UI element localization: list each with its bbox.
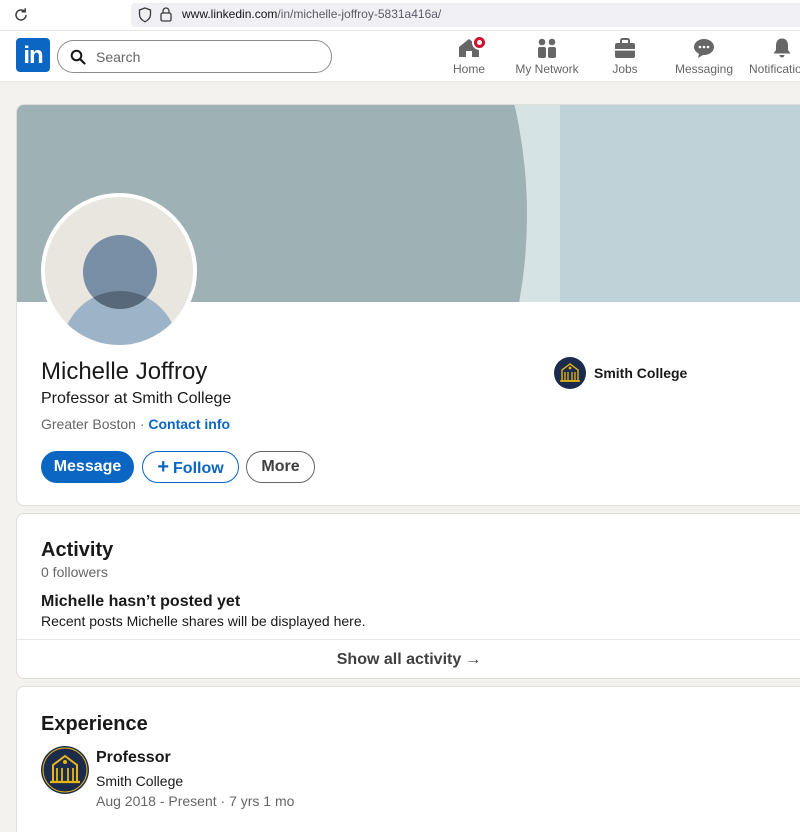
bell-icon [773,38,791,58]
experience-organization: Smith College [96,773,184,789]
profile-card: Michelle Joffroy Professor at Smith Coll… [16,104,800,506]
search-box[interactable] [57,40,332,73]
profile-location: Greater Boston [41,416,136,432]
smith-college-logo-icon[interactable] [41,746,89,794]
experience-dates: Aug 2018 - Present · 7 yrs 1 mo [96,793,295,809]
url-text[interactable]: www.linkedin.com/in/michelle-joffroy-583… [182,7,441,21]
reload-icon[interactable] [12,6,30,24]
nav-label-my-network: My Network [515,62,579,76]
follow-label: Follow [173,460,224,477]
browser-url-bar: www.linkedin.com/in/michelle-joffroy-583… [0,0,800,31]
show-all-label: Show all activity [336,651,462,668]
network-icon [538,38,556,58]
organization-name: Smith College [594,365,688,381]
search-input[interactable] [96,47,316,67]
activity-card: Activity 0 followers Michelle hasn’t pos… [16,513,800,679]
smith-college-logo-icon [554,357,586,389]
contact-info-link[interactable]: Contact info [148,416,230,432]
arrow-right-icon: → [465,651,482,668]
chat-icon [694,39,714,58]
profile-headline: Professor at Smith College [41,390,232,407]
profile-location-line: Greater Boston · Contact info [41,416,230,432]
nav-item-messaging[interactable]: Messaging [670,35,738,81]
nav-item-my-network[interactable]: My Network [512,35,582,81]
notification-badge [472,35,487,50]
nav-item-home[interactable]: Home [441,35,497,81]
nav-item-jobs[interactable]: Jobs [603,35,647,81]
follow-button[interactable]: + Follow [142,451,239,483]
activity-title: Activity [41,539,114,561]
profile-avatar[interactable] [41,193,197,349]
nav-label-jobs: Jobs [612,62,638,76]
profile-name: Michelle Joffroy [41,358,208,385]
activity-empty-title: Michelle hasn’t posted yet [41,593,241,610]
message-button[interactable]: Message [41,451,134,483]
url-domain: www.linkedin.com [182,7,278,21]
briefcase-icon [615,38,635,58]
plus-icon: + [157,456,170,478]
activity-divider [17,639,800,640]
experience-card: Experience Professor Smith College Aug 2… [16,686,800,832]
location-separator: · [135,416,149,432]
more-button[interactable]: More [246,451,315,483]
nav-label-notifications: Notifications [749,62,800,76]
show-all-activity-button[interactable]: Show all activity → [17,651,800,669]
nav-label-home: Home [452,62,485,76]
experience-role: Professor [96,749,171,766]
followers-count[interactable]: 0 followers [41,564,108,580]
nav-label-messaging: Messaging [674,62,734,76]
lock-icon[interactable] [160,7,172,22]
url-path: /in/michelle-joffroy-5831a416a/ [277,7,442,21]
shield-icon[interactable] [138,7,152,23]
search-icon [70,49,86,65]
linkedin-logo[interactable]: in [16,38,50,72]
activity-empty-text: Recent posts Michelle shares will be dis… [41,613,366,629]
nav-item-notifications[interactable]: Notifications [746,35,800,81]
avatar-overlap [83,235,157,309]
experience-title: Experience [41,713,148,735]
